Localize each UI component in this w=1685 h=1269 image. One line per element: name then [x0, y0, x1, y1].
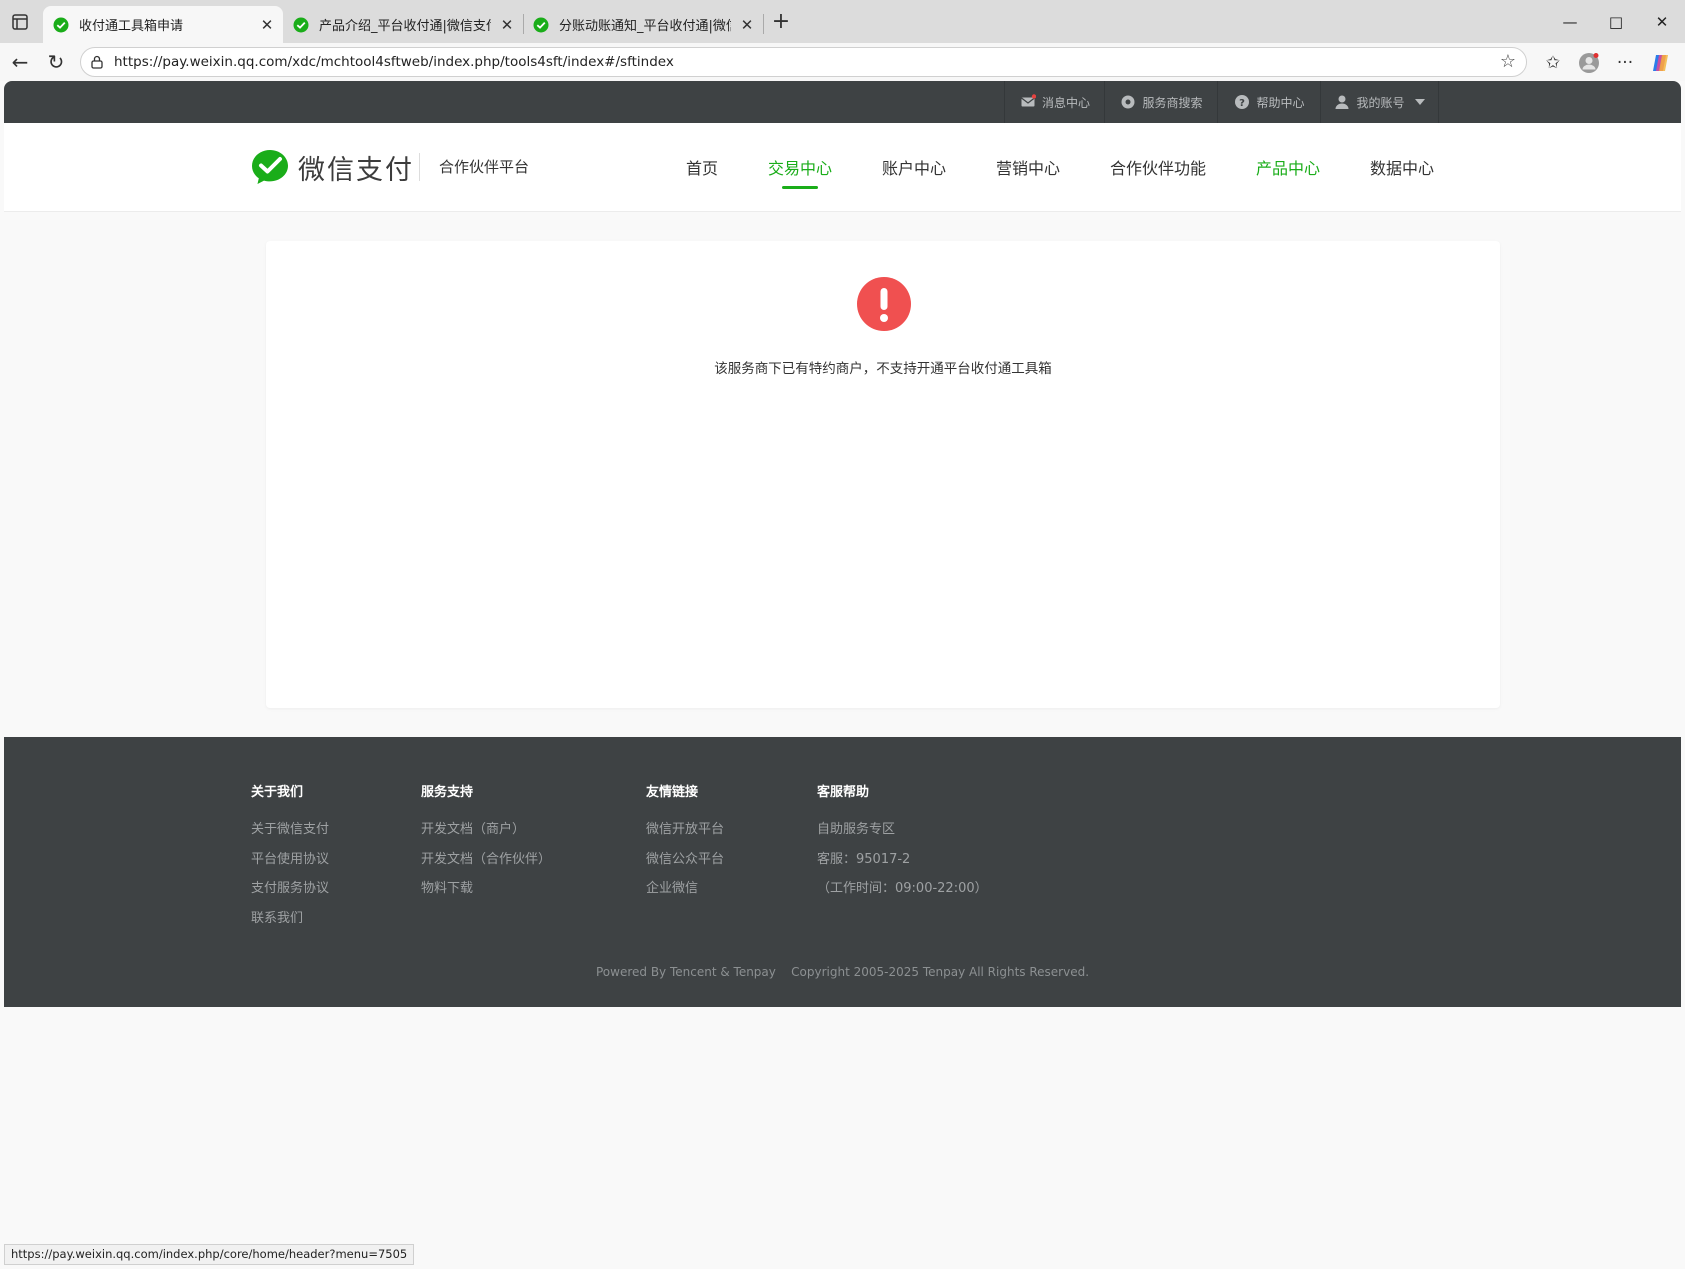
tab-actions-icon[interactable]: [8, 10, 32, 34]
site-header: 微信支付 合作伙伴平台 首页 交易中心 账户中心 营销中心 合作伙伴功能 产品中…: [4, 123, 1681, 212]
svg-text:?: ?: [1240, 98, 1246, 109]
site-footer: 关于我们 关于微信支付 平台使用协议 支付服务协议 联系我们 服务支持 开发文档…: [4, 737, 1681, 1007]
brand-divider: [419, 153, 420, 181]
close-tab-icon[interactable]: ✕: [259, 17, 275, 33]
tab-title: 收付通工具箱申请: [79, 19, 184, 34]
copilot-icon[interactable]: [1650, 52, 1672, 74]
footer-link[interactable]: 支付服务协议: [251, 881, 329, 911]
footer-link[interactable]: 自助服务专区: [817, 822, 988, 852]
url-text[interactable]: https://pay.weixin.qq.com/xdc/mchtool4sf…: [114, 54, 674, 70]
footer-link[interactable]: 开发文档（商户）: [421, 822, 551, 852]
caret-down-icon: [1414, 99, 1425, 105]
footer-column-title: 友情链接: [646, 785, 699, 800]
result-card: 该服务商下已有特约商户，不支持开通平台收付通工具箱: [266, 241, 1500, 708]
link-status-bar: https://pay.weixin.qq.com/index.php/core…: [4, 1244, 415, 1265]
footer-column-help: 客服帮助 自助服务专区 客服：95017-2 （工作时间：09:00-22:00…: [817, 781, 988, 911]
close-tab-icon[interactable]: ✕: [739, 17, 755, 33]
nav-marketing-center[interactable]: 营销中心: [996, 155, 1060, 179]
favorites-icon[interactable]: ✩: [1542, 52, 1564, 74]
error-message: 该服务商下已有特约商户，不支持开通平台收付通工具箱: [714, 361, 1052, 377]
footer-link[interactable]: 微信公众平台: [646, 852, 724, 882]
topbar-label: 帮助中心: [1256, 95, 1305, 110]
page-viewport: 消息中心 服务商搜索 ? 帮助中心 我的账号 微信支付 合作伙伴平台 首页 交易…: [4, 81, 1681, 1265]
topbar-label: 消息中心: [1041, 95, 1090, 110]
topbar-label: 服务商搜索: [1142, 95, 1203, 110]
help-icon: ?: [1235, 95, 1250, 109]
new-tab-button[interactable]: +: [769, 10, 793, 34]
footer-hotline: 客服：95017-2: [817, 851, 911, 867]
footer-column-title: 服务支持: [421, 785, 474, 800]
copyright-text: Copyright 2005-2025 Tenpay All Rights Re…: [791, 965, 1090, 979]
address-bar[interactable]: https://pay.weixin.qq.com/xdc/mchtool4sf…: [80, 47, 1527, 77]
utility-bar: 消息中心 服务商搜索 ? 帮助中心 我的账号: [4, 81, 1681, 123]
back-arrow-icon[interactable]: ←: [7, 49, 33, 75]
message-center-link[interactable]: 消息中心: [1004, 81, 1105, 123]
browser-tab-3[interactable]: 分账动账通知_平台收付通|微信支 ✕: [523, 6, 763, 43]
footer-link[interactable]: 平台使用协议: [251, 852, 329, 882]
brand-name[interactable]: 微信支付: [298, 148, 414, 187]
footer-column-title: 客服帮助: [817, 785, 870, 800]
footer-link[interactable]: 企业微信: [646, 881, 724, 911]
wechat-pay-logo-icon[interactable]: [251, 148, 289, 186]
footer-column-title: 关于我们: [251, 785, 304, 800]
topbar-label: 我的账号: [1356, 95, 1405, 110]
wechat-pay-favicon-icon: [53, 17, 69, 32]
nav-partner-functions[interactable]: 合作伙伴功能: [1110, 155, 1206, 179]
powered-by: Powered By Tencent & Tenpay: [595, 965, 776, 979]
browser-tab-1[interactable]: 收付通工具箱申请 ✕: [43, 6, 283, 43]
footer-column-support: 服务支持 开发文档（商户） 开发文档（合作伙伴） 物料下载: [421, 781, 551, 911]
user-icon: [1335, 95, 1349, 109]
reload-icon[interactable]: ↻: [43, 49, 69, 75]
nav-data-center[interactable]: 数据中心: [1370, 155, 1434, 179]
search-icon: [1121, 95, 1135, 109]
footer-hours: （工作时间：09:00-22:00）: [817, 881, 988, 896]
window-close-icon[interactable]: ✕: [1647, 8, 1677, 36]
footer-link[interactable]: 联系我们: [251, 911, 329, 941]
favorite-star-icon[interactable]: ☆: [1500, 52, 1516, 72]
footer-column-links: 友情链接 微信开放平台 微信公众平台 企业微信: [646, 781, 724, 911]
exclamation-circle-icon: [857, 277, 911, 331]
site-info-lock-icon[interactable]: [89, 54, 105, 70]
profile-avatar-icon[interactable]: [1578, 52, 1600, 74]
help-center-link[interactable]: ? 帮助中心: [1217, 81, 1321, 123]
footer-link[interactable]: 开发文档（合作伙伴）: [421, 852, 551, 882]
browser-tab-2[interactable]: 产品介绍_平台收付通|微信支付合 ✕: [283, 6, 523, 43]
browser-toolbar: ← ↻ https://pay.weixin.qq.com/xdc/mchtoo…: [0, 43, 1685, 81]
my-account-dropdown[interactable]: 我的账号: [1320, 81, 1439, 123]
tab-title: 分账动账通知_平台收付通|微信支: [559, 19, 731, 34]
more-options-icon[interactable]: ···: [1614, 52, 1636, 74]
nav-trade-center[interactable]: 交易中心: [768, 155, 832, 189]
copyright-line: Powered By Tencent & Tenpay Copyright 20…: [4, 965, 1681, 979]
tab-separator: [763, 14, 764, 34]
footer-column-about: 关于我们 关于微信支付 平台使用协议 支付服务协议 联系我们: [251, 781, 329, 940]
maximize-icon[interactable]: □: [1601, 8, 1631, 36]
nav-home[interactable]: 首页: [686, 155, 718, 179]
footer-link[interactable]: 微信开放平台: [646, 822, 724, 852]
close-tab-icon[interactable]: ✕: [499, 17, 515, 33]
wechat-pay-favicon-icon: [293, 17, 309, 32]
browser-tab-bar: 收付通工具箱申请 ✕ 产品介绍_平台收付通|微信支付合 ✕ 分账动账通知_平台收…: [0, 0, 1685, 43]
tab-title: 产品介绍_平台收付通|微信支付合: [319, 19, 491, 34]
nav-product-center[interactable]: 产品中心: [1256, 155, 1320, 179]
platform-name: 合作伙伴平台: [439, 158, 530, 176]
minimize-icon[interactable]: —: [1555, 8, 1585, 36]
nav-account-center[interactable]: 账户中心: [882, 155, 946, 179]
footer-link[interactable]: 物料下载: [421, 881, 551, 911]
wechat-pay-favicon-icon: [533, 17, 549, 32]
mail-icon: [1021, 94, 1036, 107]
footer-link[interactable]: 关于微信支付: [251, 822, 329, 852]
provider-search-link[interactable]: 服务商搜索: [1104, 81, 1218, 123]
